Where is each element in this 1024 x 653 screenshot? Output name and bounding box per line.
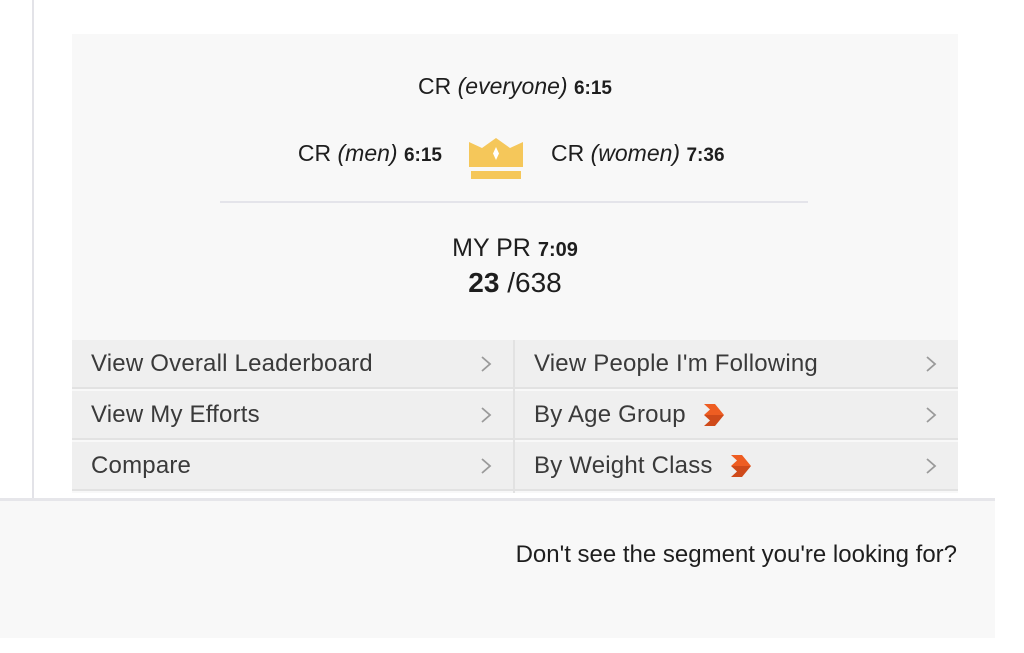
left-border-rule	[32, 0, 34, 498]
chevron-right-icon	[481, 407, 492, 423]
link-label: View People I'm Following	[534, 349, 818, 377]
link-label: By Weight Class	[534, 451, 713, 479]
cr-time: 7:36	[686, 145, 725, 166]
compare-button[interactable]: Compare	[72, 442, 513, 491]
link-content: By Age Group	[515, 401, 726, 429]
divider	[220, 201, 808, 203]
by-age-group-button[interactable]: By Age Group	[515, 391, 958, 440]
cr-label: CR	[551, 140, 585, 166]
premium-badge-icon	[730, 454, 751, 477]
missing-segment-question: Don't see the segment you're looking for…	[515, 541, 957, 568]
chevron-right-icon	[926, 356, 937, 372]
view-my-efforts-button[interactable]: View My Efforts	[72, 391, 513, 440]
view-people-following-button[interactable]: View People I'm Following	[515, 340, 958, 389]
crown-icon	[469, 138, 523, 179]
link-label: Compare	[91, 451, 192, 479]
cr-group: (everyone)	[457, 73, 568, 99]
my-pr: MY PR 7:09	[72, 234, 958, 263]
my-pr-time: 7:09	[537, 239, 578, 261]
link-label: By Age Group	[534, 400, 686, 428]
link-label: View Overall Leaderboard	[91, 349, 373, 377]
cr-gender-row: CR (men) 6:15 CR (women) 7:36	[72, 134, 958, 184]
cr-women: CR (women) 7:36	[551, 140, 725, 167]
chevron-right-icon	[926, 407, 937, 423]
cr-men: CR (men) 6:15	[298, 140, 442, 167]
link-content: By Weight Class	[515, 452, 753, 480]
my-rank-total: /638	[507, 267, 562, 298]
segment-leaderboard-card: CR (everyone) 6:15 CR (men) 6:15 CR (wom…	[72, 34, 958, 493]
cr-label: CR	[297, 140, 332, 166]
chevron-right-icon	[481, 458, 492, 474]
by-weight-class-button[interactable]: By Weight Class	[515, 442, 958, 491]
missing-segment-section: Don't see the segment you're looking for…	[0, 498, 995, 638]
cr-time: 6:15	[403, 145, 442, 166]
view-overall-leaderboard-button[interactable]: View Overall Leaderboard	[72, 340, 513, 389]
cr-time: 6:15	[573, 78, 612, 99]
my-pr-label: MY PR	[452, 234, 531, 262]
chevron-right-icon	[926, 458, 937, 474]
cr-everyone: CR (everyone) 6:15	[72, 73, 958, 100]
cr-group: (men)	[337, 140, 398, 166]
cr-group: (women)	[590, 140, 681, 166]
cr-label: CR	[418, 73, 452, 99]
link-label: View My Efforts	[91, 400, 260, 428]
chevron-right-icon	[481, 356, 492, 372]
premium-badge-icon	[703, 403, 724, 426]
my-rank: 23 /638	[72, 267, 958, 299]
my-rank-position: 23	[468, 267, 500, 298]
